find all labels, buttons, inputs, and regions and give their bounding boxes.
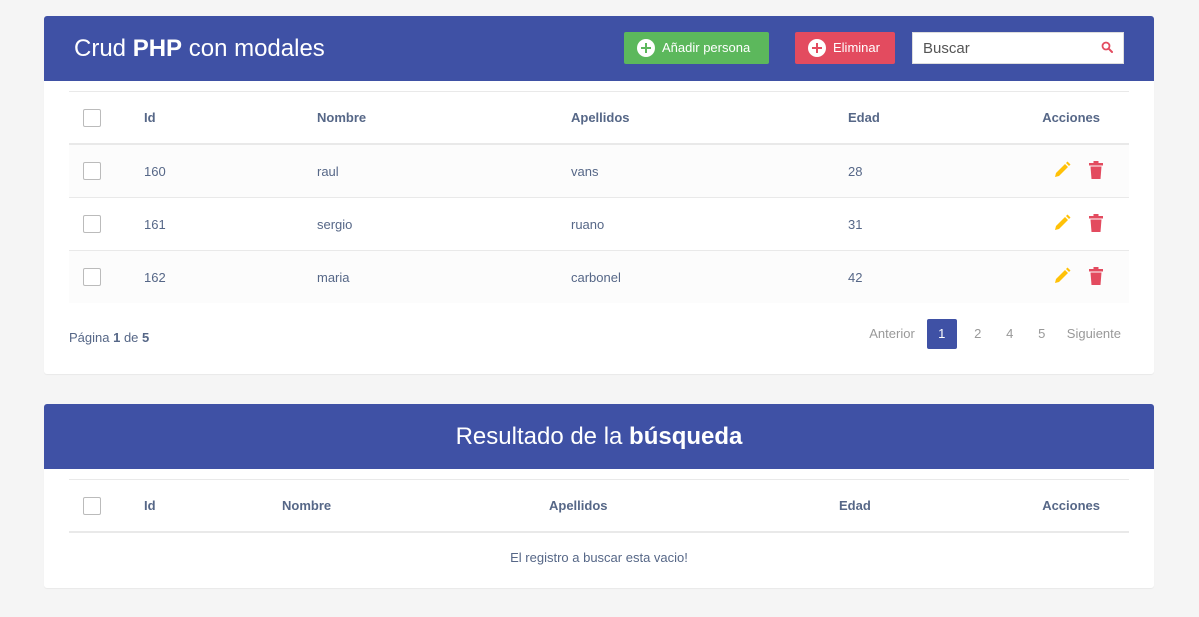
- delete-label: Eliminar: [833, 40, 880, 55]
- page-indicator-label: Página: [69, 330, 114, 345]
- results-title-prefix: Resultado de la: [455, 423, 630, 450]
- pagination-page[interactable]: 5: [1027, 319, 1057, 349]
- row-checkbox[interactable]: [83, 215, 101, 233]
- results-table: Id Nombre Apellidos Edad Acciones El reg…: [69, 479, 1129, 582]
- cell-apellidos: vans: [571, 144, 848, 198]
- cell-edad: 28: [848, 144, 998, 198]
- results-title: Resultado de la búsqueda: [44, 422, 1154, 452]
- pencil-icon[interactable]: [1053, 214, 1071, 232]
- table-header-row: Id Nombre Apellidos Edad Acciones: [69, 91, 1129, 145]
- search-icon[interactable]: [1101, 41, 1113, 53]
- cell-nombre: sergio: [317, 197, 571, 251]
- row-checkbox[interactable]: [83, 162, 101, 180]
- add-person-label: Añadir persona: [662, 40, 751, 55]
- crud-header: Crud PHP con modales Añadir persona Elim…: [44, 16, 1154, 81]
- results-header: Resultado de la búsqueda: [44, 404, 1154, 469]
- persons-table: Id Nombre Apellidos Edad Acciones 160 ra…: [69, 91, 1129, 303]
- page-title: Crud PHP con modales: [74, 34, 325, 64]
- table-row: 162 maria carbonel 42: [69, 250, 1129, 303]
- column-header: Apellidos: [571, 91, 848, 145]
- trash-icon[interactable]: [1089, 213, 1103, 232]
- pagination-page-active[interactable]: 1: [926, 319, 957, 349]
- crud-panel: Crud PHP con modales Añadir persona Elim…: [44, 16, 1154, 374]
- column-header: Nombre: [317, 91, 571, 145]
- column-header: Edad: [839, 479, 989, 533]
- column-header: Edad: [848, 91, 998, 145]
- trash-icon[interactable]: [1089, 266, 1103, 285]
- add-person-button[interactable]: Añadir persona: [624, 32, 769, 64]
- cell-actions: [998, 250, 1129, 303]
- pencil-icon[interactable]: [1053, 161, 1071, 179]
- column-header: Id: [144, 479, 282, 533]
- pagination-page[interactable]: 2: [963, 319, 993, 349]
- title-bold: PHP: [132, 35, 183, 62]
- select-all-cell: [69, 479, 144, 533]
- cell-apellidos: ruano: [571, 197, 848, 251]
- results-panel: Resultado de la búsqueda Id Nombre Apell…: [44, 404, 1154, 588]
- row-select-cell: [69, 197, 144, 251]
- total-pages-number: 5: [142, 330, 150, 345]
- table-row: 161 sergio ruano 31: [69, 197, 1129, 251]
- column-header: Apellidos: [549, 479, 839, 533]
- select-all-checkbox[interactable]: [83, 496, 101, 515]
- column-header: Acciones: [998, 91, 1129, 145]
- pagination-prev[interactable]: Anterior: [861, 319, 923, 349]
- cell-actions: [998, 197, 1129, 251]
- pagination-next[interactable]: Siguiente: [1059, 319, 1129, 349]
- column-header: Acciones: [989, 479, 1129, 533]
- row-select-cell: [69, 250, 144, 303]
- table-row: 160 raul vans 28: [69, 144, 1129, 198]
- title-prefix: Crud: [74, 35, 133, 62]
- pencil-icon[interactable]: [1053, 267, 1071, 285]
- cell-actions: [998, 144, 1129, 198]
- plus-circle-icon: [808, 39, 826, 57]
- cell-edad: 42: [848, 250, 998, 303]
- cell-nombre: maria: [317, 250, 571, 303]
- page-indicator-of: de: [120, 330, 143, 345]
- cell-edad: 31: [848, 197, 998, 251]
- search-input[interactable]: [913, 33, 1113, 63]
- cell-id: 160: [144, 144, 317, 198]
- empty-message: El registro a buscar esta vacio!: [510, 550, 688, 565]
- cell-id: 162: [144, 250, 317, 303]
- column-header: Id: [144, 91, 317, 145]
- cell-nombre: raul: [317, 144, 571, 198]
- title-suffix: con modales: [182, 35, 325, 62]
- row-select-cell: [69, 144, 144, 198]
- column-header: Nombre: [282, 479, 549, 533]
- cell-apellidos: carbonel: [571, 250, 848, 303]
- actions-header-label: Acciones: [1042, 498, 1100, 513]
- cell-id: 161: [144, 197, 317, 251]
- row-checkbox[interactable]: [83, 268, 101, 286]
- select-all-cell: [69, 91, 144, 145]
- plus-circle-icon: [637, 39, 655, 57]
- results-title-bold: búsqueda: [629, 423, 743, 450]
- actions-header-label: Acciones: [1042, 110, 1100, 125]
- table-header-row: Id Nombre Apellidos Edad Acciones: [69, 479, 1129, 533]
- delete-button[interactable]: Eliminar: [795, 32, 895, 64]
- search-box: [912, 32, 1124, 64]
- empty-row: El registro a buscar esta vacio!: [69, 532, 1129, 582]
- trash-icon[interactable]: [1089, 160, 1103, 179]
- page-indicator: Página 1 de 5: [69, 330, 149, 346]
- pagination: Anterior 1 2 4 5 Siguiente: [859, 319, 1129, 349]
- select-all-checkbox[interactable]: [83, 108, 101, 127]
- pagination-page[interactable]: 4: [995, 319, 1025, 349]
